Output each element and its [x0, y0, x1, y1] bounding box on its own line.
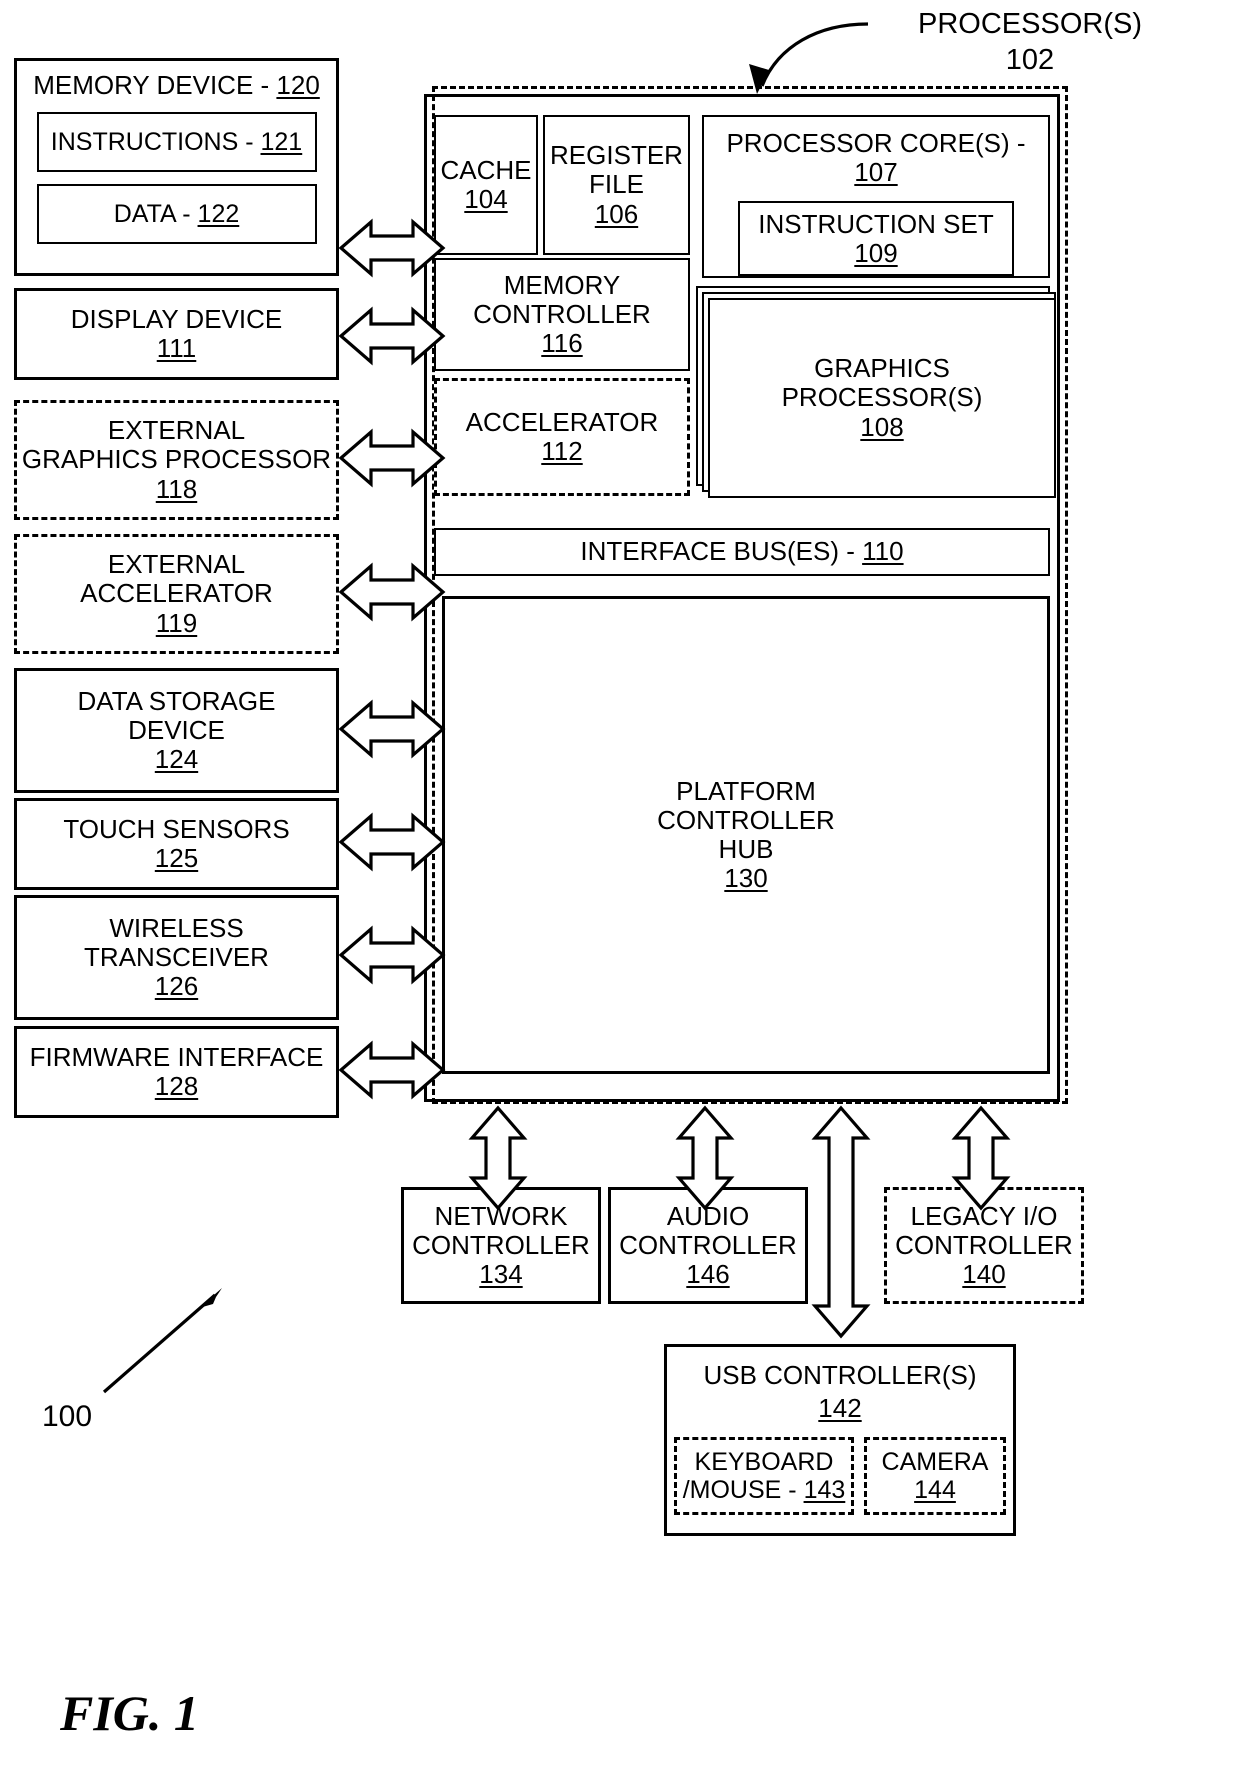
keyboard-mouse-box: KEYBOARD /MOUSE - 143 — [674, 1437, 854, 1516]
instruction-set-box: INSTRUCTION SET 109 — [738, 201, 1014, 276]
data-storage-device-box: DATA STORAGE DEVICE 124 — [14, 668, 339, 793]
graphics-processors-box: GRAPHICS PROCESSOR(S) 108 — [708, 298, 1056, 498]
memory-device-box: MEMORY DEVICE - 120 INSTRUCTIONS - 121 D… — [14, 58, 339, 276]
processor-cores-box: PROCESSOR CORE(S) - 107 INSTRUCTION SET … — [702, 115, 1050, 278]
processor-callout-title: PROCESSOR(S) — [918, 8, 1142, 40]
interface-bus-label: INTERFACE BUS(ES) - 110 — [580, 536, 904, 567]
legacy-io-controller-box: LEGACY I/O CONTROLLER 140 — [884, 1187, 1084, 1304]
platform-controller-hub-box: PLATFORM CONTROLLER HUB 130 — [442, 596, 1050, 1074]
instructions-box: INSTRUCTIONS - 121 — [36, 112, 317, 173]
interface-bus-box: INTERFACE BUS(ES) - 110 — [434, 528, 1050, 576]
memory-device-title: MEMORY DEVICE - 120 — [33, 70, 320, 100]
instructions-label: INSTRUCTIONS - 121 — [50, 128, 303, 157]
cache-box: CACHE 104 — [434, 115, 538, 255]
usb-controller-num: 142 — [818, 1393, 862, 1424]
external-graphics-processor-box: EXTERNAL GRAPHICS PROCESSOR 118 — [14, 400, 339, 520]
usb-controller-title: USB CONTROLLER(S) — [703, 1360, 977, 1390]
external-accelerator-box: EXTERNAL ACCELERATOR 119 — [14, 534, 339, 654]
memory-controller-box: MEMORY CONTROLLER 116 — [434, 258, 690, 371]
keyboard-mouse-second-line: /MOUSE - 143 — [682, 1476, 846, 1505]
touch-sensors-box: TOUCH SENSORS 125 — [14, 798, 339, 890]
data-box: DATA - 122 — [36, 184, 317, 245]
firmware-interface-box: FIRMWARE INTERFACE 128 — [14, 1026, 339, 1118]
data-label: DATA - 122 — [113, 200, 240, 229]
camera-box: CAMERA 144 — [864, 1437, 1006, 1516]
processor-cores-title: PROCESSOR CORE(S) - 107 — [726, 128, 1026, 188]
audio-controller-box: AUDIO CONTROLLER 146 — [608, 1187, 808, 1304]
wireless-transceiver-box: WIRELESS TRANSCEIVER 126 — [14, 895, 339, 1020]
processor-callout-num: 102 — [1005, 44, 1055, 76]
system-reference-number: 100 — [42, 1400, 93, 1433]
network-controller-box: NETWORK CONTROLLER 134 — [401, 1187, 601, 1304]
usb-controller-box: USB CONTROLLER(S) 142 KEYBOARD /MOUSE - … — [664, 1344, 1016, 1536]
processor-callout-label: PROCESSOR(S) — [880, 8, 1180, 41]
figure-canvas: PROCESSOR(S) 102 MEMORY DEVICE - 120 INS… — [0, 0, 1240, 1778]
accelerator-box: ACCELERATOR 112 — [434, 378, 690, 496]
figure-caption: FIG. 1 — [60, 1685, 199, 1741]
display-device-box: DISPLAY DEVICE 111 — [14, 288, 339, 380]
register-file-box: REGISTER FILE 106 — [543, 115, 690, 255]
